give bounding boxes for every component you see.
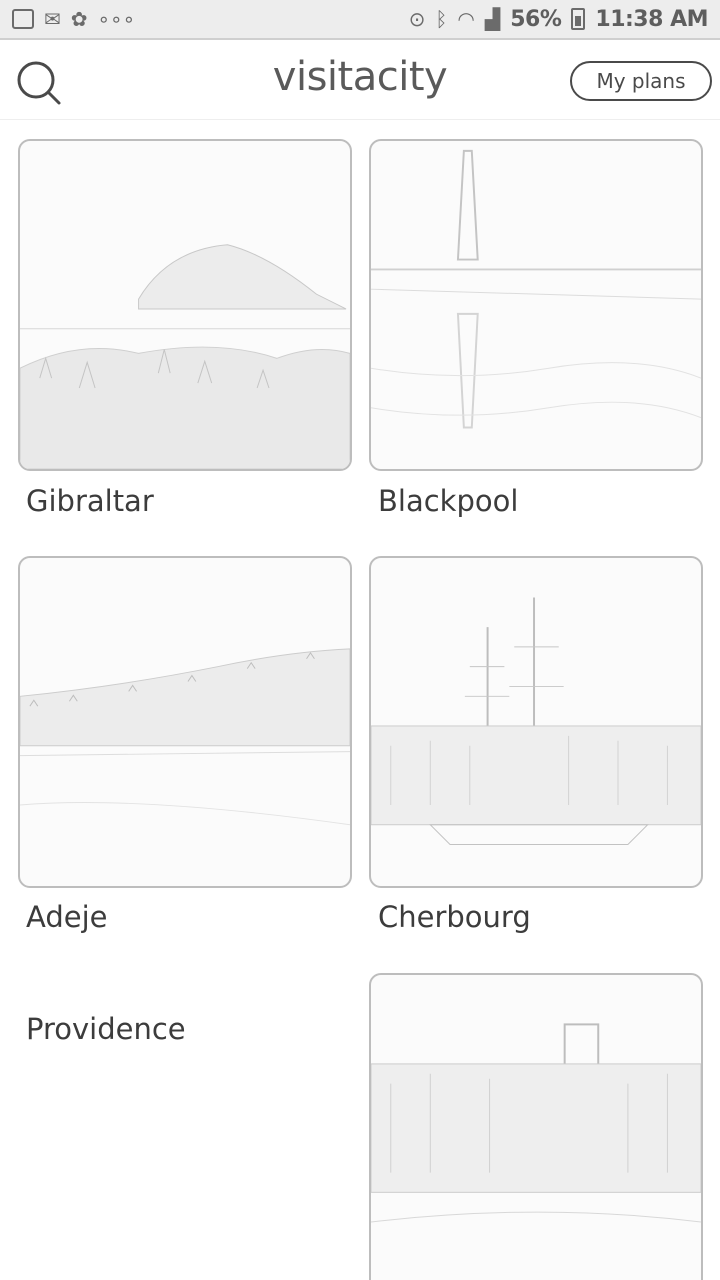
- my-plans-button[interactable]: My plans: [570, 61, 712, 101]
- clock: 11:38 AM: [595, 6, 708, 32]
- blackpool-photo: [371, 149, 701, 429]
- bluetooth-icon: ᛒ: [435, 7, 448, 31]
- status-right: ⊙ ᛒ ◠ ▟ 56% 11:38 AM: [408, 6, 709, 32]
- city-name-providence[interactable]: Providence: [26, 1012, 186, 1046]
- city-name-adeje[interactable]: Adeje: [26, 900, 107, 934]
- city-card-blackpool-image[interactable]: [369, 139, 703, 471]
- gallery-notification-icon: [12, 9, 34, 29]
- city-name-cherbourg[interactable]: Cherbourg: [378, 900, 531, 934]
- pinwheel-notification-icon: ✿: [70, 7, 88, 31]
- city-photo: [371, 1023, 701, 1223]
- status-bar: ✉ ✿ ∘∘∘ ⊙ ᛒ ◠ ▟ 56% 11:38 AM: [0, 0, 720, 40]
- adeje-photo: [20, 648, 350, 826]
- wifi-icon: ◠: [457, 7, 475, 31]
- city-name-gibraltar[interactable]: Gibraltar: [26, 484, 154, 518]
- city-card-cherbourg-image[interactable]: [369, 556, 703, 888]
- battery-percent: 56%: [510, 6, 562, 32]
- city-card-adeje-image[interactable]: [18, 556, 352, 888]
- signal-icon: ▟: [484, 7, 501, 31]
- app-header: visitacity My plans: [0, 42, 720, 120]
- cherbourg-photo: [371, 597, 701, 845]
- battery-icon: [571, 8, 586, 30]
- status-left: ✉ ✿ ∘∘∘: [12, 9, 135, 29]
- gibraltar-photo: [20, 244, 350, 469]
- more-notifications-icon: ∘∘∘: [97, 7, 136, 31]
- city-card-gibraltar-image[interactable]: [18, 139, 352, 471]
- location-icon: ⊙: [408, 7, 426, 31]
- city-name-blackpool[interactable]: Blackpool: [378, 484, 518, 518]
- gmail-notification-icon: ✉: [44, 7, 61, 31]
- city-card-image[interactable]: [369, 973, 703, 1280]
